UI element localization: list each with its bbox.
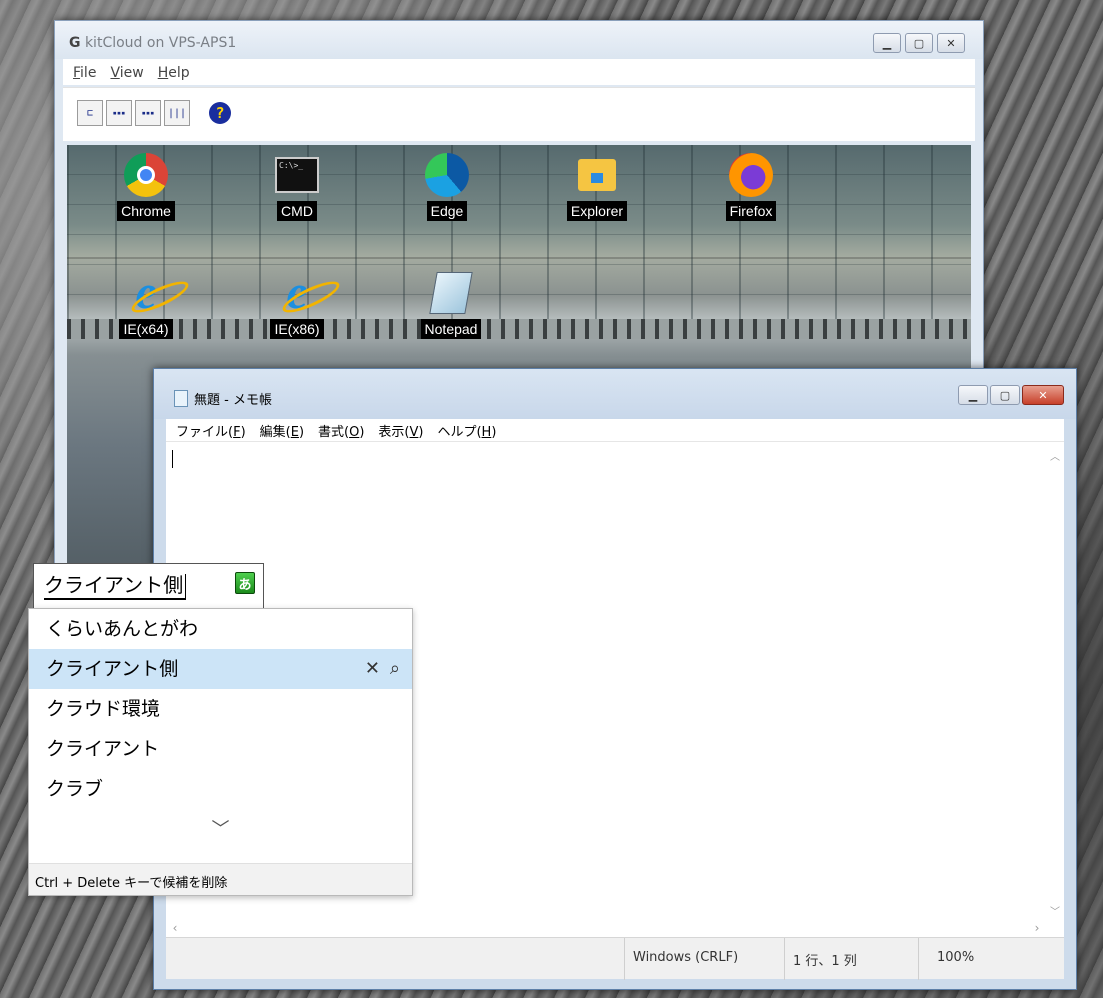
desktop-icon-ie-x86[interactable]: e IE(x86) xyxy=(252,269,342,339)
notepad-close-button[interactable]: ✕ xyxy=(1022,385,1064,405)
expand-candidates-chevron-icon[interactable]: ﹀ xyxy=(29,809,412,847)
candidate-text: くらいあんとがわ xyxy=(46,618,199,640)
menu-view[interactable]: 表示(V) xyxy=(378,421,423,441)
desktop-icon-chrome[interactable]: Chrome xyxy=(101,151,191,221)
details-view-button[interactable]: ||| xyxy=(164,100,190,126)
close-button[interactable]: ✕ xyxy=(937,33,965,53)
tree-view-button[interactable]: ⊏ xyxy=(77,100,103,126)
small-icons-icon: ▪▪▪ xyxy=(141,109,155,117)
kitcloud-app-icon: G xyxy=(69,35,81,51)
desktop-icon-label: Edge xyxy=(426,201,468,221)
kitcloud-menubar: File View Help xyxy=(63,59,975,85)
notepad-title: 無題 - メモ帳 xyxy=(174,389,272,408)
kitcloud-title: G kitCloud on VPS-APS1 xyxy=(69,35,236,51)
firefox-icon xyxy=(729,153,773,197)
desktop-icon-notepad[interactable]: Notepad xyxy=(406,269,496,339)
explorer-icon xyxy=(578,159,616,191)
candidate-item[interactable]: クラブ xyxy=(29,769,412,809)
candidate-item-selected[interactable]: クライアント側 ✕ ⌕ xyxy=(29,649,412,689)
candidate-item[interactable]: くらいあんとがわ xyxy=(29,609,412,649)
desktop-icon-label: Chrome xyxy=(117,201,175,221)
menu-help[interactable]: ヘルプ(H) xyxy=(437,421,496,441)
desktop-icon-label: IE(x86) xyxy=(270,319,324,339)
scroll-right-icon[interactable]: › xyxy=(1028,919,1046,937)
notepad-app-icon xyxy=(174,390,188,407)
kitcloud-title-text: kitCloud on VPS-APS1 xyxy=(84,35,237,51)
candidate-text: クライアント xyxy=(46,738,160,760)
search-icon[interactable]: ⌕ xyxy=(390,649,400,689)
candidate-text: クライアント側 xyxy=(46,658,179,680)
edge-icon xyxy=(425,153,469,197)
ime-candidate-window: くらいあんとがわ クライアント側 ✕ ⌕ クラウド環境 クライアント クラブ ﹀… xyxy=(28,608,413,896)
candidate-hint: Ctrl + Delete キーで候補を削除 xyxy=(29,863,412,895)
ie-icon: e xyxy=(135,266,157,319)
desktop-icon-ie-x64[interactable]: e IE(x64) xyxy=(101,269,191,339)
details-view-icon: ||| xyxy=(167,107,187,119)
menu-file[interactable]: ファイル(F) xyxy=(176,421,246,441)
delete-candidate-icon[interactable]: ✕ xyxy=(365,649,380,689)
notepad-menubar: ファイル(F) 編集(E) 書式(O) 表示(V) ヘルプ(H) xyxy=(166,419,1064,441)
scroll-left-icon[interactable]: ‹ xyxy=(166,919,184,937)
desktop-icon-label: IE(x64) xyxy=(119,319,173,339)
wallpaper-railing xyxy=(67,319,971,339)
ime-composition-box: クライアント側 あ xyxy=(33,563,264,609)
maximize-button[interactable]: ▢ xyxy=(905,33,933,53)
notepad-maximize-button[interactable]: ▢ xyxy=(990,385,1020,405)
desktop-icon-cmd[interactable]: C:\>_ CMD xyxy=(252,151,342,221)
desktop-icon-firefox[interactable]: Firefox xyxy=(706,151,796,221)
notepad-minimize-button[interactable]: ▁ xyxy=(958,385,988,405)
chrome-icon xyxy=(124,153,168,197)
ime-composition-text: クライアント側 xyxy=(44,572,187,600)
scroll-up-icon[interactable]: ︿ xyxy=(1046,446,1064,464)
menu-file[interactable]: File xyxy=(73,65,96,85)
notepad-title-text: 無題 - メモ帳 xyxy=(194,393,272,408)
candidate-item[interactable]: クライアント xyxy=(29,729,412,769)
candidate-item[interactable]: クラウド環境 xyxy=(29,689,412,729)
desktop-icon-label: Firefox xyxy=(725,201,777,221)
scroll-down-icon[interactable]: ﹀ xyxy=(1046,901,1064,919)
text-caret xyxy=(172,450,173,468)
ie-icon: e xyxy=(286,266,308,319)
menu-help[interactable]: Help xyxy=(158,65,190,85)
tree-view-icon: ⊏ xyxy=(86,107,94,119)
menu-format[interactable]: 書式(O) xyxy=(318,421,364,441)
candidate-text: クラウド環境 xyxy=(46,698,161,720)
kitcloud-titlebar[interactable]: G kitCloud on VPS-APS1 ▁ ▢ ✕ xyxy=(55,21,983,59)
ime-mode-icon[interactable]: あ xyxy=(235,572,255,594)
notepad-icon xyxy=(429,272,473,314)
desktop-icon-label: Notepad xyxy=(420,319,482,339)
horizontal-scrollbar[interactable]: ‹ › xyxy=(166,919,1046,937)
status-bar: Windows (CRLF) 1 行、1 列 100% xyxy=(166,937,1066,980)
notepad-titlebar[interactable]: 無題 - メモ帳 ▁ ▢ ✕ xyxy=(154,369,1076,419)
status-cursor-position: 1 行、1 列 xyxy=(784,938,918,980)
status-zoom: 100% xyxy=(918,938,1066,980)
large-icons-icon: ▪▪▪ xyxy=(112,109,126,117)
desktop-icon-edge[interactable]: Edge xyxy=(402,151,492,221)
help-button[interactable]: ? xyxy=(207,100,233,126)
kitcloud-toolbar: ⊏ ▪▪▪ ▪▪▪ ||| ? xyxy=(63,87,975,141)
large-icons-button[interactable]: ▪▪▪ xyxy=(106,100,132,126)
candidate-text: クラブ xyxy=(46,778,104,800)
help-icon: ? xyxy=(209,102,231,124)
desktop-icon-label: CMD xyxy=(277,201,317,221)
cmd-icon: C:\>_ xyxy=(275,157,319,193)
small-icons-button[interactable]: ▪▪▪ xyxy=(135,100,161,126)
desktop-icon-label: Explorer xyxy=(566,201,628,221)
menu-edit[interactable]: 編集(E) xyxy=(260,421,304,441)
vertical-scrollbar[interactable]: ︿ ﹀ xyxy=(1046,442,1064,919)
desktop-icon-explorer[interactable]: Explorer xyxy=(552,151,642,221)
wallpaper-scaffolding xyxy=(67,145,971,325)
minimize-button[interactable]: ▁ xyxy=(873,33,901,53)
status-line-ending: Windows (CRLF) xyxy=(624,938,784,980)
menu-view[interactable]: View xyxy=(110,65,143,85)
